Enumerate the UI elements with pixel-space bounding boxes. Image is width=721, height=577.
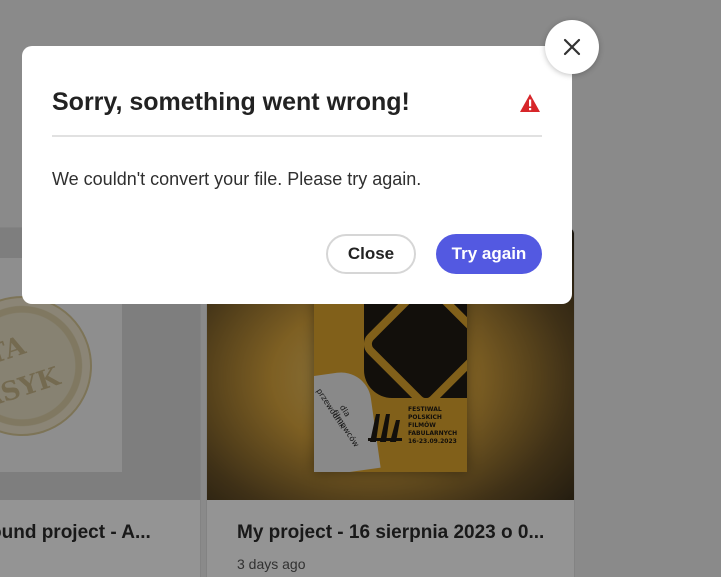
error-dialog: Sorry, something went wrong! We couldn't…: [22, 46, 572, 304]
dialog-message: We couldn't convert your file. Please tr…: [52, 169, 422, 189]
alert-triangle-icon: [520, 94, 540, 112]
dialog-title: Sorry, something went wrong!: [52, 88, 410, 116]
close-button[interactable]: Close: [326, 234, 416, 274]
close-icon: [563, 38, 581, 56]
dismiss-dialog-button[interactable]: [545, 20, 599, 74]
try-again-button[interactable]: Try again: [436, 234, 542, 274]
dialog-divider: [52, 135, 542, 137]
